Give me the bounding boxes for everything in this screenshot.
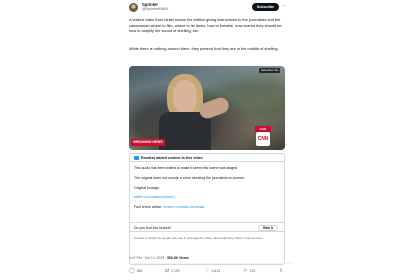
tweet-header: Sprinter @Sprinter99800 Subscribe ⋯ [128, 2, 292, 14]
reply-button[interactable]: ◯ 368 [129, 268, 142, 274]
like-count: 4,813 [211, 269, 220, 273]
note-link-2[interactable]: reuters.com/fact-check/fak... [163, 205, 207, 209]
retweet-icon: ⇄ [165, 268, 170, 275]
divider [128, 263, 292, 264]
action-bar: ◯ 368 ⇄ 2,150 ♡ 4,813 ⚐ 125 ⇪ [129, 268, 289, 276]
video-player[interactable]: Subscriber Info BREAKING NEWS LIVE CNN [129, 66, 285, 150]
community-note-footer: Context is written by people who use X, … [134, 236, 264, 240]
note-line-4: Fact check article: reuters.com/fact-che… [134, 205, 282, 210]
breaking-news-banner: BREAKING NEWS [131, 139, 165, 146]
rate-it-button[interactable]: Rate it [258, 225, 278, 231]
more-icon[interactable]: ⋯ [282, 2, 287, 10]
community-note-header: Readers added context to this video [130, 154, 285, 162]
reply-icon: ◯ [129, 268, 135, 275]
author-handle[interactable]: @Sprinter99800 [142, 7, 168, 12]
share-icon: ⇪ [279, 268, 284, 275]
community-notes-icon [134, 156, 139, 160]
bookmark-icon: ⚐ [243, 268, 248, 275]
tweet-text-paragraph-1: A leaked video from Israel shows the edi… [129, 17, 283, 34]
reply-count: 368 [136, 269, 143, 273]
view-count: 500.3K Views [167, 256, 189, 260]
cnn-logo: CNN [256, 132, 270, 146]
note-line-2: The original does not include a voice di… [134, 176, 245, 180]
tweet-time[interactable]: 4:47 PM · Oct 13, 2023 · [129, 256, 166, 260]
bookmark-count: 125 [249, 269, 256, 273]
note-line-4-label: Fact check article: [134, 205, 163, 209]
community-note: Readers added context to this video This… [129, 153, 285, 265]
heart-icon: ♡ [205, 268, 210, 275]
tweet-text-paragraph-2: While there is nothing around them, they… [129, 46, 279, 51]
retweet-button[interactable]: ⇄ 2,150 [165, 268, 180, 274]
note-line-1: This audio has been edited to make it se… [134, 166, 239, 170]
subscribe-button[interactable]: Subscribe [252, 3, 279, 11]
tweet: Sprinter @Sprinter99800 Subscribe ⋯ A le… [128, 0, 292, 280]
helpful-question: Do you find this helpful? [134, 226, 172, 230]
retweet-count: 2,150 [171, 269, 180, 273]
like-button[interactable]: ♡ 4,813 [205, 268, 220, 274]
community-note-title: Readers added context to this video [141, 156, 203, 160]
helpful-row: Do you find this helpful? Rate it [130, 222, 285, 232]
tweet-meta: 4:47 PM · Oct 13, 2023 · 500.3K Views [129, 256, 189, 261]
note-link-1[interactable]: twitter.com/ralleoy/works/1... [134, 195, 282, 200]
note-line-3: Original footage: [134, 186, 160, 190]
share-button[interactable]: ⇪ [279, 268, 285, 274]
reporter-face [173, 80, 197, 114]
avatar[interactable] [129, 3, 138, 12]
video-corner-tag: Subscriber Info [259, 68, 281, 73]
bookmark-button[interactable]: ⚐ 125 [243, 268, 255, 274]
